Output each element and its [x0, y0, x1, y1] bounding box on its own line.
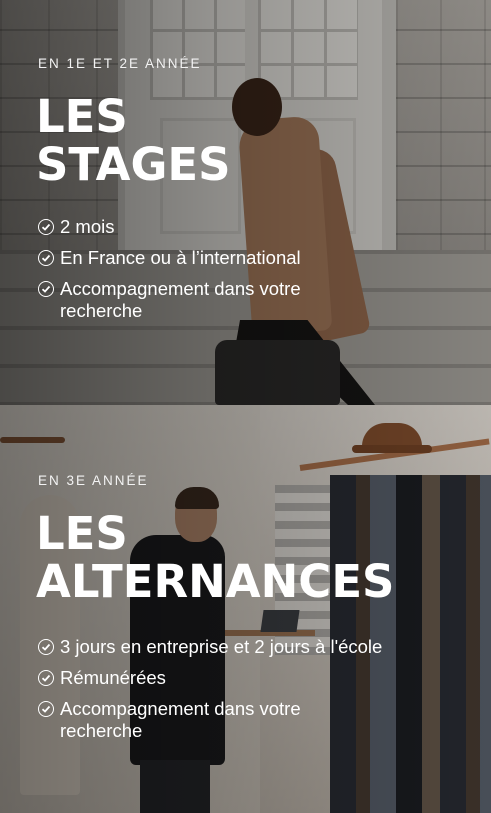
alternances-feature-item: Rémunérées — [38, 667, 478, 689]
stages-title-line1: LES — [36, 90, 128, 143]
alternances-feature-text: 3 jours en entreprise et 2 jours à l'éco… — [60, 636, 383, 657]
check-circle-icon — [38, 701, 54, 717]
stages-feature-text: 2 mois — [60, 216, 115, 237]
check-circle-icon — [38, 281, 54, 297]
check-circle-icon — [38, 670, 54, 686]
stages-feature-item: 2 mois — [38, 216, 368, 238]
alternances-eyebrow: EN 3E ANNÉE — [38, 473, 149, 488]
stages-feature-item: Accompagnement dans votre recherche — [38, 278, 368, 322]
stages-title: LES STAGES — [36, 93, 481, 189]
stages-feature-list: 2 mois En France ou à l’international Ac… — [38, 216, 368, 322]
check-circle-icon — [38, 639, 54, 655]
stages-feature-text: Accompagnement dans votre recherche — [60, 278, 301, 321]
alternances-title: LES ALTERNANCES — [36, 510, 481, 606]
stages-feature-item: En France ou à l’international — [38, 247, 368, 269]
alternances-feature-text: Accompagnement dans votre recherche — [60, 698, 301, 741]
alternances-content: EN 3E ANNÉE LES ALTERNANCES 3 jours en e… — [36, 473, 481, 751]
alternances-feature-item: Accompagnement dans votre recherche — [38, 698, 380, 742]
alternances-feature-text: Rémunérées — [60, 667, 166, 688]
stages-eyebrow: EN 1E ET 2E ANNÉE — [38, 56, 202, 71]
stages-title-line2: STAGES — [36, 138, 231, 191]
alternances-section: EN 3E ANNÉE LES ALTERNANCES 3 jours en e… — [0, 405, 491, 813]
alternances-title-line2: ALTERNANCES — [36, 555, 395, 608]
alternances-feature-list: 3 jours en entreprise et 2 jours à l'éco… — [38, 636, 478, 742]
stages-section: EN 1E ET 2E ANNÉE LES STAGES 2 mois En F… — [0, 0, 491, 405]
alternances-feature-item: 3 jours en entreprise et 2 jours à l'éco… — [38, 636, 478, 658]
stages-content: EN 1E ET 2E ANNÉE LES STAGES 2 mois En F… — [36, 56, 481, 331]
alternances-title-line1: LES — [36, 507, 128, 560]
stages-feature-text: En France ou à l’international — [60, 247, 301, 268]
check-circle-icon — [38, 219, 54, 235]
check-circle-icon — [38, 250, 54, 266]
